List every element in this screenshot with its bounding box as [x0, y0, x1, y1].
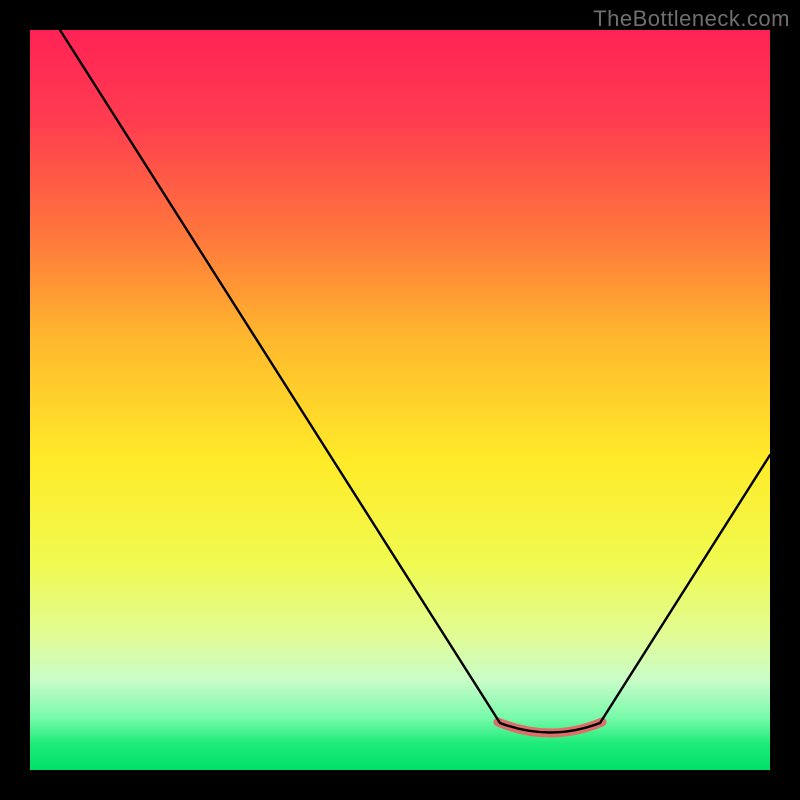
watermark-text: TheBottleneck.com [593, 6, 790, 32]
chart-stage: TheBottleneck.com [0, 0, 800, 800]
plot-area [30, 30, 770, 770]
bottleneck-curve-line [60, 30, 770, 733]
curve-layer [30, 30, 770, 770]
